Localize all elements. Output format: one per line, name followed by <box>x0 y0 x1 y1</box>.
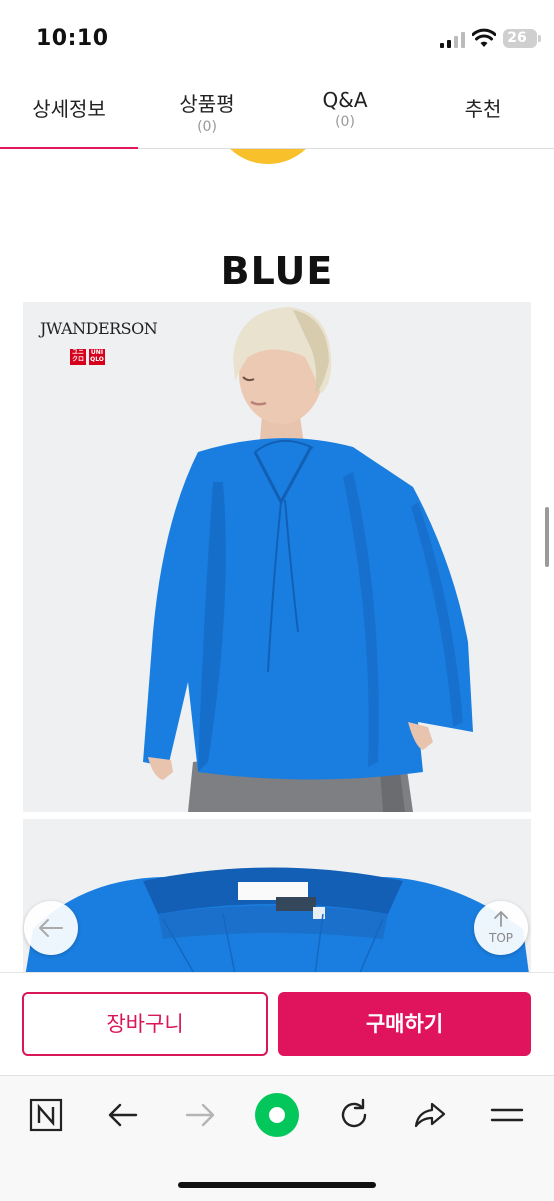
tab-recommend[interactable]: 추천 <box>414 78 552 148</box>
tab-details-label: 상세정보 <box>32 97 106 121</box>
detail-tabs: 상세정보 상품평 (0) Q&A (0) 추천 <box>0 78 554 149</box>
tab-reviews-label: 상품평 <box>179 92 235 116</box>
battery-level: 26 <box>507 30 527 46</box>
model-illustration <box>143 307 473 812</box>
buy-now-button[interactable]: 구매하기 <box>278 992 531 1056</box>
product-image-collar-closeup <box>23 819 531 972</box>
product-image-blue-model: JWANDERSON ユニ クロ UNI QLO <box>23 302 531 812</box>
floating-back-button[interactable] <box>24 901 78 955</box>
cellular-signal-icon <box>440 32 465 48</box>
reload-icon[interactable] <box>334 1095 374 1135</box>
scroll-to-top-button[interactable]: TOP <box>474 901 528 955</box>
status-time: 10:10 <box>36 26 109 51</box>
n-logo-icon[interactable] <box>26 1095 66 1135</box>
up-arrow-icon <box>494 911 508 927</box>
tab-reviews-count: (0) <box>197 119 217 135</box>
green-dot-icon[interactable] <box>253 1091 301 1139</box>
home-indicator[interactable] <box>178 1182 376 1188</box>
tab-qna[interactable]: Q&A (0) <box>276 78 414 148</box>
tab-reviews[interactable]: 상품평 (0) <box>138 78 276 148</box>
page-scrollbar[interactable] <box>545 507 549 567</box>
battery-icon: 26 <box>503 29 541 48</box>
share-icon[interactable] <box>410 1095 450 1135</box>
color-title: BLUE <box>220 249 334 293</box>
purchase-bar: 장바구니 구매하기 <box>0 972 554 1075</box>
yellow-decoration <box>213 149 323 164</box>
product-detail-content: BLUE JWANDERSON ユニ クロ UNI QLO <box>0 149 554 972</box>
tab-qna-count: (0) <box>335 114 355 130</box>
tab-details[interactable]: 상세정보 <box>0 78 138 149</box>
forward-arrow-icon[interactable] <box>180 1095 220 1135</box>
left-arrow-icon <box>39 919 63 937</box>
tab-qna-label: Q&A <box>322 88 368 112</box>
scroll-to-top-label: TOP <box>488 931 513 945</box>
collar-illustration <box>25 867 529 972</box>
tab-recommend-label: 추천 <box>464 97 502 121</box>
back-arrow-icon[interactable] <box>103 1095 143 1135</box>
menu-icon[interactable] <box>487 1095 527 1135</box>
add-to-cart-button[interactable]: 장바구니 <box>22 992 268 1056</box>
status-bar: 10:10 26 <box>0 0 554 78</box>
wifi-icon <box>472 28 496 47</box>
